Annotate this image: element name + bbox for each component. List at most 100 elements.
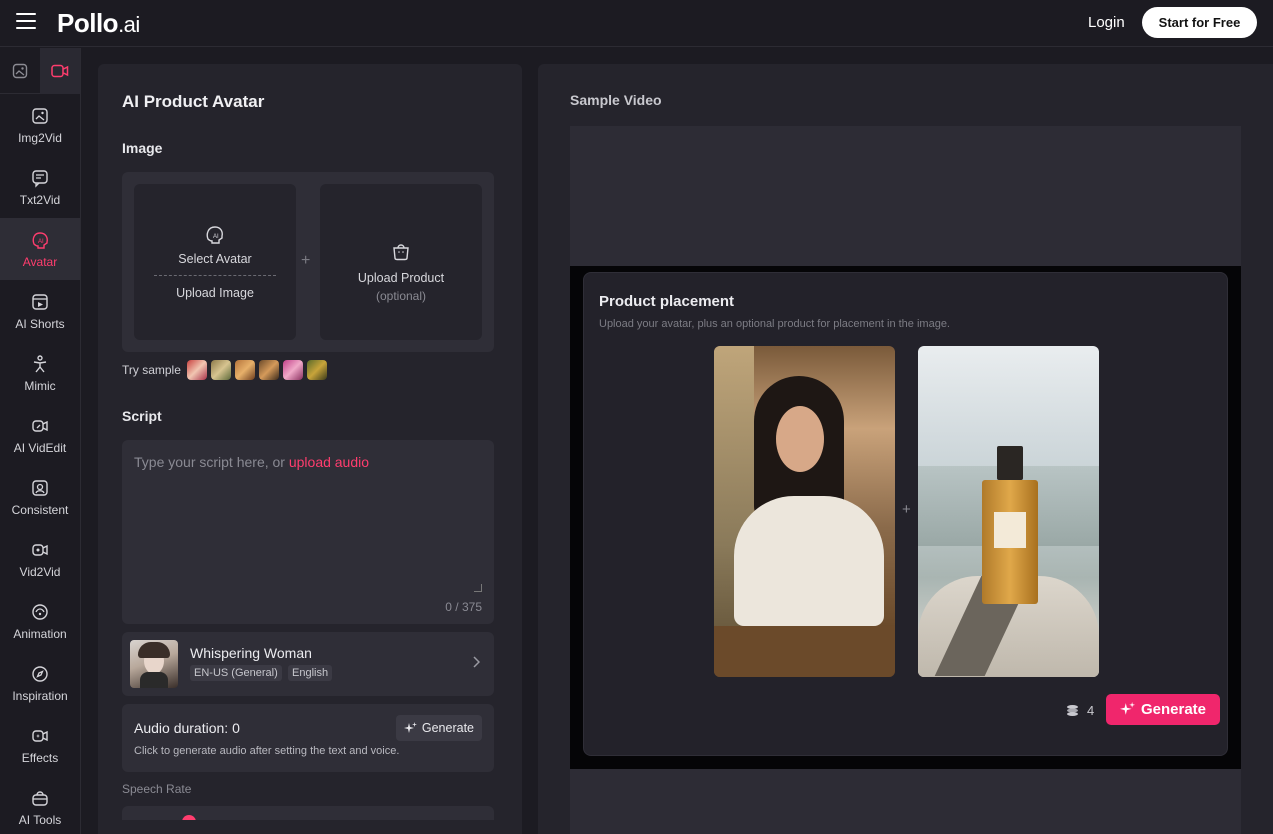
animation-icon bbox=[32, 603, 48, 620]
sparkle-icon bbox=[1119, 702, 1135, 715]
sidebar-item-label: Mimic bbox=[24, 378, 56, 393]
svg-text:AI: AI bbox=[38, 239, 44, 245]
page-title: AI Product Avatar bbox=[122, 92, 265, 111]
audio-duration: Audio duration: 0 bbox=[134, 720, 240, 736]
upload-image-label[interactable]: Upload Image bbox=[176, 286, 254, 300]
script-placeholder: Type your script here, or bbox=[134, 454, 289, 470]
left-panel: AI Product Avatar Image AI Select Avatar… bbox=[98, 64, 522, 834]
upload-area: AI Select Avatar Upload Image + Upload P… bbox=[122, 172, 494, 352]
avatar-ai-icon: AI bbox=[206, 226, 223, 244]
avatar-icon: AI bbox=[32, 231, 48, 249]
product-placement-card: Product placement Upload your avatar, pl… bbox=[583, 272, 1228, 756]
sidebar-item-ai-tools[interactable]: AI Tools bbox=[0, 776, 80, 834]
svg-text:AI: AI bbox=[213, 234, 219, 240]
video-frame: Product placement Upload your avatar, pl… bbox=[570, 266, 1241, 769]
upload-audio-link[interactable]: upload audio bbox=[289, 454, 369, 470]
voice-locale-tag: EN-US (General) bbox=[190, 665, 282, 681]
sidebar-item-label: Avatar bbox=[22, 254, 58, 269]
sidebar-item-label: Consistent bbox=[11, 502, 69, 517]
select-avatar-label: Select Avatar bbox=[178, 252, 252, 266]
avatar-sample-image bbox=[714, 346, 895, 677]
sidebar-item-avatar[interactable]: AI Avatar bbox=[0, 218, 80, 280]
generate-button[interactable]: Generate bbox=[1106, 694, 1220, 725]
optional-label: (optional) bbox=[375, 289, 427, 303]
mimic-icon bbox=[33, 354, 47, 372]
product-placement-subtitle: Upload your avatar, plus an optional pro… bbox=[599, 318, 950, 330]
sample-thumb[interactable] bbox=[306, 360, 327, 380]
generate-audio-button[interactable]: Generate bbox=[395, 715, 482, 741]
consistent-icon bbox=[32, 479, 48, 496]
sample-thumb[interactable] bbox=[258, 360, 279, 380]
sidebar-item-consistent[interactable]: Consistent bbox=[0, 466, 80, 528]
menu-icon[interactable] bbox=[16, 13, 36, 31]
script-input[interactable]: Type your script here, or upload audio 0… bbox=[122, 440, 494, 624]
txt2vid-icon bbox=[32, 169, 48, 188]
speech-rate-thumb[interactable] bbox=[182, 815, 196, 820]
speech-rate-slider[interactable] bbox=[122, 806, 494, 820]
tools-icon bbox=[32, 790, 48, 806]
sample-video-player[interactable]: Product placement Upload your avatar, pl… bbox=[570, 126, 1241, 834]
sidebar: Img2Vid Txt2Vid AI Avatar AI Shorts Mimic AI V… bbox=[0, 48, 81, 834]
logo-suffix: .ai bbox=[118, 12, 140, 37]
product-sample-image bbox=[918, 346, 1099, 677]
generate-audio-label: Generate bbox=[421, 721, 474, 735]
video-tab-icon bbox=[51, 64, 69, 78]
logo[interactable]: Pollo.ai bbox=[57, 8, 140, 39]
coins-icon bbox=[1067, 705, 1078, 716]
sidebar-item-label: AI Shorts bbox=[15, 316, 65, 331]
sidebar-item-effects[interactable]: Effects bbox=[0, 714, 80, 776]
sidebar-item-label: Inspiration bbox=[12, 688, 68, 703]
voice-avatar bbox=[130, 640, 178, 688]
top-bar: Pollo.ai Login Start for Free bbox=[0, 0, 1273, 47]
sample-thumb[interactable] bbox=[210, 360, 231, 380]
shorts-icon bbox=[32, 293, 48, 310]
try-sample-label: Try sample bbox=[122, 363, 181, 377]
voice-language-tag: English bbox=[288, 665, 333, 681]
voice-selector[interactable]: Whispering Woman EN-US (General) English bbox=[122, 632, 494, 696]
script-section-label: Script bbox=[122, 408, 162, 424]
audio-hint: Click to generate audio after setting th… bbox=[134, 745, 400, 757]
sidebar-item-label: AI VidEdit bbox=[13, 440, 67, 455]
speech-rate-label: Speech Rate bbox=[122, 782, 192, 796]
login-link[interactable]: Login bbox=[1088, 14, 1125, 31]
img2vid-icon bbox=[32, 107, 48, 124]
generate-label: Generate bbox=[1140, 701, 1207, 718]
sidebar-item-label: Effects bbox=[21, 750, 59, 765]
sparkle-icon bbox=[403, 721, 417, 733]
sidebar-items: Img2Vid Txt2Vid AI Avatar AI Shorts Mimic AI V… bbox=[0, 94, 80, 834]
sidebar-item-txt2vid[interactable]: Txt2Vid bbox=[0, 156, 80, 218]
start-for-free-button[interactable]: Start for Free bbox=[1142, 7, 1257, 38]
image-tab[interactable] bbox=[0, 48, 40, 94]
select-avatar-box[interactable]: AI Select Avatar Upload Image bbox=[134, 184, 296, 340]
audio-card: Audio duration: 0 Generate Click to gene… bbox=[122, 704, 494, 772]
sidebar-item-ai-videdit[interactable]: AI VidEdit bbox=[0, 404, 80, 466]
upload-product-box[interactable]: Upload Product (optional) bbox=[320, 184, 482, 340]
right-panel: Sample Video Product placement Upload yo… bbox=[538, 64, 1273, 834]
sidebar-item-inspiration[interactable]: Inspiration bbox=[0, 652, 80, 714]
effects-icon bbox=[32, 729, 48, 742]
sidebar-tabs bbox=[0, 48, 80, 94]
sidebar-item-mimic[interactable]: Mimic bbox=[0, 342, 80, 404]
sidebar-item-vid2vid[interactable]: Vid2Vid bbox=[0, 528, 80, 590]
sidebar-item-ai-shorts[interactable]: AI Shorts bbox=[0, 280, 80, 342]
videdit-icon bbox=[32, 419, 48, 432]
sidebar-item-label: Animation bbox=[13, 626, 67, 641]
compass-icon bbox=[32, 665, 48, 682]
sample-thumb[interactable] bbox=[186, 360, 207, 380]
resize-handle[interactable] bbox=[474, 584, 482, 592]
sidebar-item-label: Vid2Vid bbox=[19, 564, 61, 579]
sample-thumb[interactable] bbox=[234, 360, 255, 380]
sidebar-item-img2vid[interactable]: Img2Vid bbox=[0, 94, 80, 156]
image-tab-icon bbox=[12, 63, 28, 79]
product-placement-title: Product placement bbox=[599, 293, 735, 310]
char-counter: 0 / 375 bbox=[445, 600, 482, 614]
sample-thumb[interactable] bbox=[282, 360, 303, 380]
dashed-divider bbox=[154, 275, 276, 276]
sidebar-item-animation[interactable]: Animation bbox=[0, 590, 80, 652]
voice-name: Whispering Woman bbox=[190, 645, 312, 661]
video-tab[interactable] bbox=[40, 48, 80, 94]
chevron-right-icon bbox=[473, 656, 480, 668]
bag-icon bbox=[393, 244, 409, 261]
upload-product-label: Upload Product bbox=[357, 271, 445, 285]
plus-icon: + bbox=[301, 252, 311, 269]
